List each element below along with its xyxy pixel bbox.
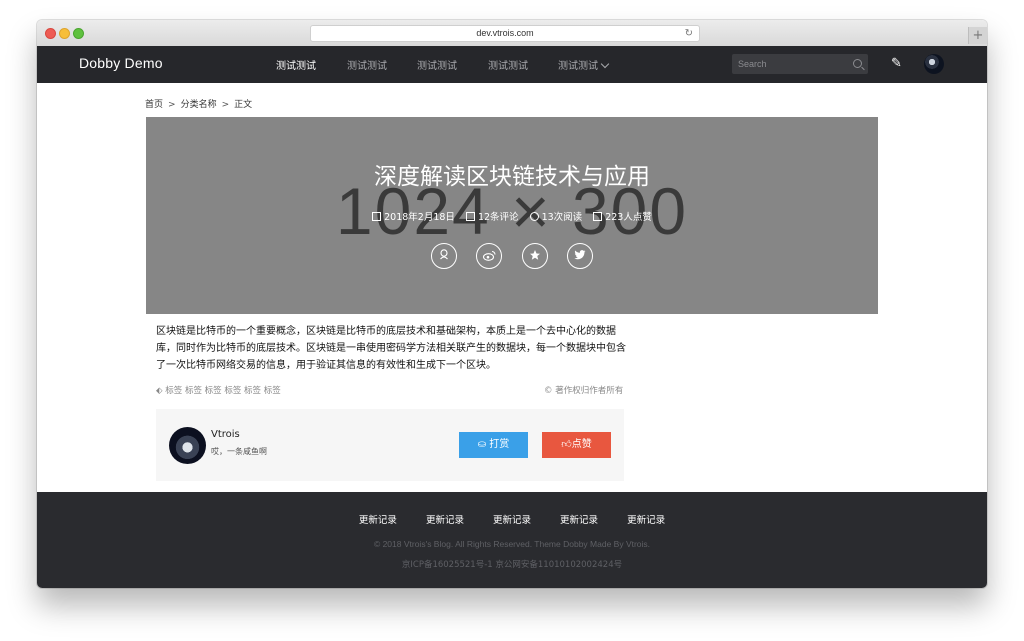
nav-item-1[interactable]: 测试测试 — [276, 57, 316, 72]
chevron-down-icon — [600, 59, 610, 69]
user-avatar[interactable] — [924, 54, 944, 74]
qq-share-icon[interactable] — [431, 243, 458, 269]
share-buttons — [146, 243, 878, 269]
author-box: Vtrois 哎，一条咸鱼啊 ⛀ 打赏 👍︎点赞 — [156, 409, 624, 481]
site-footer: 更新记录 更新记录 更新记录 更新记录 更新记录 © 2018 Vtrois's… — [37, 492, 987, 588]
eye-icon — [529, 212, 539, 221]
calendar-icon — [372, 212, 382, 221]
breadcrumb-current: 正文 — [234, 100, 253, 110]
post-meta: 2018年2月18日 12条评论 13次阅读 223人点赞 — [146, 209, 878, 223]
post-date: 2018年2月18日 — [384, 212, 455, 223]
site-brand[interactable]: Dobby Demo — [79, 55, 163, 71]
post-tags-text[interactable]: 标签 标签 标签 标签 标签 标签 — [165, 386, 281, 396]
browser-titlebar: dev.vtrois.com ↻ + — [37, 20, 987, 47]
footer-link-3[interactable]: 更新记录 — [493, 515, 531, 526]
post-tags: ⬖ 标签 标签 标签 标签 标签 标签 — [156, 384, 281, 396]
footer-link-4[interactable]: 更新记录 — [560, 515, 598, 526]
search-icon[interactable] — [853, 59, 862, 68]
footer-links: 更新记录 更新记录 更新记录 更新记录 更新记录 — [37, 512, 987, 526]
nav-item-3[interactable]: 测试测试 — [417, 57, 457, 72]
wallet-icon: ⛀ — [477, 439, 490, 450]
nav-item-2[interactable]: 测试测试 — [347, 57, 387, 72]
zoom-window-button[interactable] — [73, 28, 84, 39]
browser-window: dev.vtrois.com ↻ + Dobby Demo 测试测试 测试测试 … — [37, 20, 987, 588]
footer-copyright: © 2018 Vtrois's Blog. All Rights Reserve… — [373, 539, 651, 549]
search-input[interactable] — [732, 54, 854, 74]
address-url: dev.vtrois.com — [476, 28, 534, 38]
post-copyright: © 著作权归作者所有 — [544, 386, 624, 396]
breadcrumb-separator: > — [221, 100, 230, 110]
nav-item-5-label: 测试测试 — [558, 61, 598, 72]
top-navbar: Dobby Demo 测试测试 测试测试 测试测试 测试测试 测试测试 ✎ — [37, 46, 987, 83]
star-share-icon[interactable] — [521, 243, 548, 269]
thumbs-up-icon: 👍︎ — [561, 439, 572, 450]
footer-link-2[interactable]: 更新记录 — [426, 515, 464, 526]
reload-icon[interactable]: ↻ — [685, 26, 693, 41]
breadcrumb: 首页 > 分类名称 > 正文 — [145, 97, 252, 110]
footer-icp[interactable]: 京ICP备16025521号-1 京公网安备11010102002424号 — [37, 558, 987, 570]
article-body: 区块链是比特币的一个重要概念，区块链是比特币的底层技术和基础架构，本质上是一个去… — [156, 326, 626, 371]
nav-item-5-dropdown[interactable]: 测试测试 — [558, 57, 610, 72]
like-button[interactable]: 👍︎点赞 — [542, 432, 611, 458]
footer-link-5[interactable]: 更新记录 — [627, 515, 665, 526]
comment-icon — [465, 212, 475, 221]
pencil-icon[interactable]: ✎ — [891, 56, 902, 71]
author-bio: 哎，一条咸鱼啊 — [211, 447, 267, 456]
footer-link-1[interactable]: 更新记录 — [359, 515, 397, 526]
nav-item-4[interactable]: 测试测试 — [488, 57, 528, 72]
search-box — [732, 54, 868, 74]
post-views: 13次阅读 — [541, 212, 583, 223]
thumbs-up-icon — [593, 212, 603, 221]
breadcrumb-home[interactable]: 首页 — [145, 100, 163, 110]
like-label: 点赞 — [571, 439, 592, 450]
minimize-window-button[interactable] — [59, 28, 70, 39]
reward-label: 打赏 — [489, 439, 510, 450]
author-name[interactable]: Vtrois — [211, 429, 240, 440]
breadcrumb-separator: > — [168, 100, 176, 110]
post-likes: 223人点赞 — [605, 212, 652, 223]
post-title: 深度解读区块链技术与应用 — [374, 164, 650, 190]
address-bar[interactable]: dev.vtrois.com ↻ — [310, 25, 700, 42]
post-hero: 1024 × 300 深度解读区块链技术与应用 2018年2月18日 12条评论… — [146, 117, 878, 314]
new-tab-button[interactable]: + — [968, 27, 987, 44]
weibo-share-icon[interactable] — [476, 243, 503, 269]
close-window-button[interactable] — [45, 28, 56, 39]
twitter-share-icon[interactable] — [566, 243, 593, 269]
post-comments[interactable]: 12条评论 — [478, 212, 519, 223]
tag-icon: ⬖ — [156, 386, 166, 396]
reward-button[interactable]: ⛀ 打赏 — [459, 432, 528, 458]
author-avatar — [169, 427, 206, 464]
breadcrumb-category[interactable]: 分类名称 — [181, 100, 217, 110]
